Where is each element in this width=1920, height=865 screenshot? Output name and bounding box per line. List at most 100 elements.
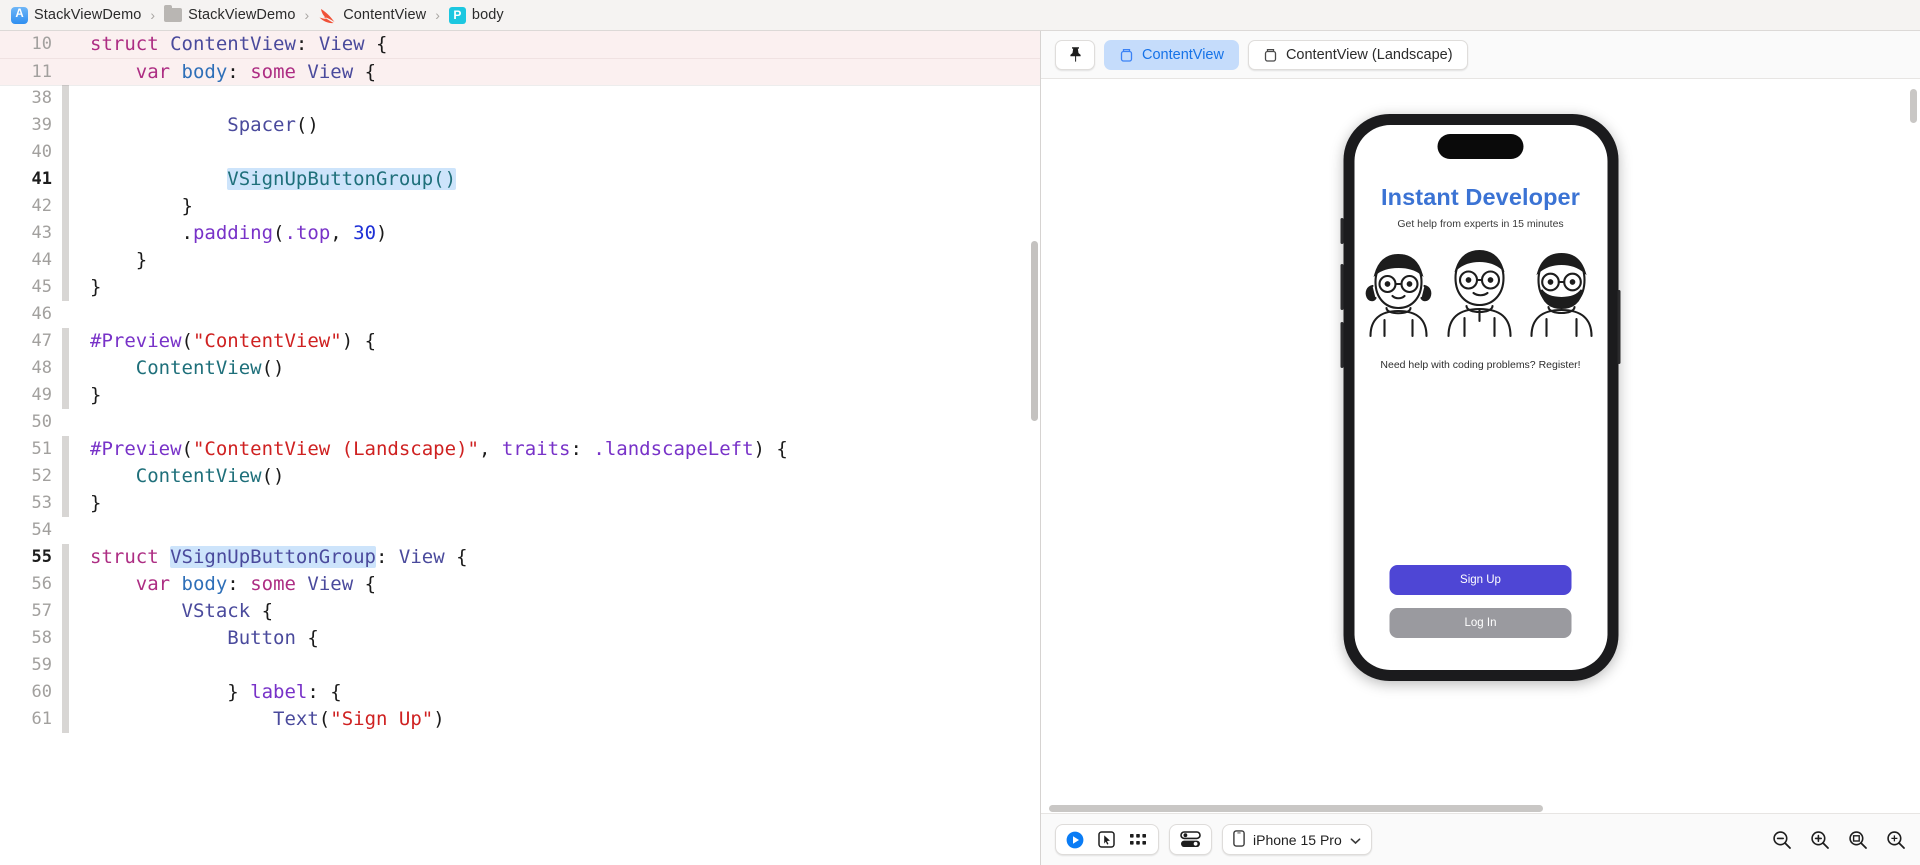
log-in-button[interactable]: Log In xyxy=(1390,608,1572,638)
zoom-controls xyxy=(1772,830,1906,850)
code-token: { xyxy=(445,546,468,568)
change-bar xyxy=(62,463,69,490)
preview-vertical-scrollbar[interactable] xyxy=(1910,89,1917,123)
code-line[interactable]: 51#Preview("ContentView (Landscape)", tr… xyxy=(0,436,1040,463)
device-screen[interactable]: Instant Developer Get help from experts … xyxy=(1354,125,1607,670)
code-line[interactable]: 54 xyxy=(0,517,1040,544)
chevron-down-icon xyxy=(1350,832,1361,848)
code-line[interactable]: 38 xyxy=(0,85,1040,112)
breadcrumb-item-symbol[interactable]: P body xyxy=(447,7,506,24)
breadcrumb-item-project[interactable]: A StackViewDemo xyxy=(9,7,143,24)
sign-up-button[interactable]: Sign Up xyxy=(1390,565,1572,595)
code-line[interactable]: 47#Preview("ContentView") { xyxy=(0,328,1040,355)
play-icon[interactable] xyxy=(1066,831,1084,849)
code-text: } xyxy=(69,274,101,301)
preview-canvas: ContentView ContentView (Landscape) xyxy=(1041,31,1920,865)
code-token xyxy=(90,573,136,595)
code-token: ( xyxy=(182,438,193,460)
code-line[interactable]: 42 } xyxy=(0,193,1040,220)
device-selector[interactable]: iPhone 15 Pro xyxy=(1222,824,1372,855)
preview-settings-group xyxy=(1169,824,1212,855)
line-number: 60 xyxy=(0,679,62,706)
line-number: 45 xyxy=(0,274,62,301)
code-line[interactable]: 11 var body: some View { xyxy=(0,58,1040,85)
preview-stage[interactable]: Instant Developer Get help from experts … xyxy=(1041,79,1920,813)
preview-horizontal-scrollbar[interactable] xyxy=(1041,805,1920,812)
line-number: 58 xyxy=(0,625,62,652)
change-bar xyxy=(62,382,69,409)
pin-preview-button[interactable] xyxy=(1055,40,1095,70)
code-text: } label: { xyxy=(69,679,342,706)
scrollbar-thumb[interactable] xyxy=(1049,805,1543,812)
code-line[interactable]: 56 var body: some View { xyxy=(0,571,1040,598)
code-line[interactable]: 41 VSignUpButtonGroup() xyxy=(0,166,1040,193)
code-line[interactable]: 45} xyxy=(0,274,1040,301)
code-token: () xyxy=(262,357,285,379)
breadcrumb-item-file[interactable]: ContentView xyxy=(316,7,428,24)
code-line[interactable]: 49} xyxy=(0,382,1040,409)
code-token xyxy=(90,61,136,83)
change-bar xyxy=(62,31,69,58)
sticky-code-header: 10struct ContentView: View {11 var body:… xyxy=(0,31,1040,85)
code-line[interactable]: 57 VStack { xyxy=(0,598,1040,625)
code-editor[interactable]: 10struct ContentView: View {11 var body:… xyxy=(0,31,1040,865)
code-text: var body: some View { xyxy=(69,59,376,86)
change-bar xyxy=(62,193,69,220)
breadcrumb-item-group[interactable]: StackViewDemo xyxy=(162,7,297,23)
grid-variants-icon[interactable] xyxy=(1129,832,1148,847)
zoom-out-icon[interactable] xyxy=(1772,830,1792,850)
pin-icon xyxy=(1068,46,1083,63)
change-bar xyxy=(62,274,69,301)
code-line[interactable]: 50 xyxy=(0,409,1040,436)
breadcrumb-separator: › xyxy=(298,7,317,23)
code-text: #Preview("ContentView") { xyxy=(69,328,376,355)
code-token xyxy=(90,627,227,649)
tab-contentview-landscape[interactable]: ContentView (Landscape) xyxy=(1248,40,1468,70)
code-line[interactable]: 55struct VSignUpButtonGroup: View { xyxy=(0,544,1040,571)
code-line[interactable]: 46 xyxy=(0,301,1040,328)
code-token: some xyxy=(250,573,307,595)
line-number: 54 xyxy=(0,517,62,544)
expert-avatar-3 xyxy=(1522,242,1602,340)
code-token: var xyxy=(136,573,182,595)
code-lines[interactable]: 3839 Spacer()4041 VSignUpButtonGroup()42… xyxy=(0,85,1040,865)
code-line[interactable]: 52 ContentView() xyxy=(0,463,1040,490)
code-line[interactable]: 58 Button { xyxy=(0,625,1040,652)
code-line[interactable]: 40 xyxy=(0,139,1040,166)
code-line[interactable]: 61 Text("Sign Up") xyxy=(0,706,1040,733)
preview-toolbar-top: ContentView ContentView (Landscape) xyxy=(1041,31,1920,79)
code-line[interactable]: 44 } xyxy=(0,247,1040,274)
code-text: } xyxy=(69,193,193,220)
tab-contentview[interactable]: ContentView xyxy=(1104,40,1239,70)
change-bar xyxy=(62,436,69,463)
code-text: var body: some View { xyxy=(69,571,376,598)
code-line[interactable]: 59 xyxy=(0,652,1040,679)
change-bar xyxy=(62,85,69,112)
select-pointer-icon[interactable] xyxy=(1098,831,1115,848)
line-number: 11 xyxy=(0,59,62,86)
code-text: Spacer() xyxy=(69,112,319,139)
device-power-button xyxy=(1618,290,1621,364)
change-bar xyxy=(62,301,69,328)
change-bar xyxy=(62,166,69,193)
code-token: var xyxy=(136,61,182,83)
iphone-icon xyxy=(1233,830,1245,850)
code-line[interactable]: 53} xyxy=(0,490,1040,517)
code-line[interactable]: 48 ContentView() xyxy=(0,355,1040,382)
code-line[interactable]: 60 } label: { xyxy=(0,679,1040,706)
change-bar xyxy=(62,409,69,436)
code-token: } xyxy=(90,249,147,271)
breadcrumb-separator: › xyxy=(143,7,162,23)
code-line[interactable]: 43 .padding(.top, 30) xyxy=(0,220,1040,247)
code-token: VStack xyxy=(182,600,251,622)
zoom-in-icon[interactable] xyxy=(1810,830,1830,850)
code-token: View xyxy=(319,33,365,55)
code-token: } xyxy=(90,276,101,298)
zoom-fit-icon[interactable] xyxy=(1848,830,1868,850)
code-line[interactable]: 10struct ContentView: View { xyxy=(0,31,1040,58)
editor-vertical-scrollbar[interactable] xyxy=(1031,241,1038,421)
code-line[interactable]: 39 Spacer() xyxy=(0,112,1040,139)
device-settings-icon[interactable] xyxy=(1180,831,1201,848)
change-bar xyxy=(62,139,69,166)
zoom-actual-icon[interactable] xyxy=(1886,830,1906,850)
